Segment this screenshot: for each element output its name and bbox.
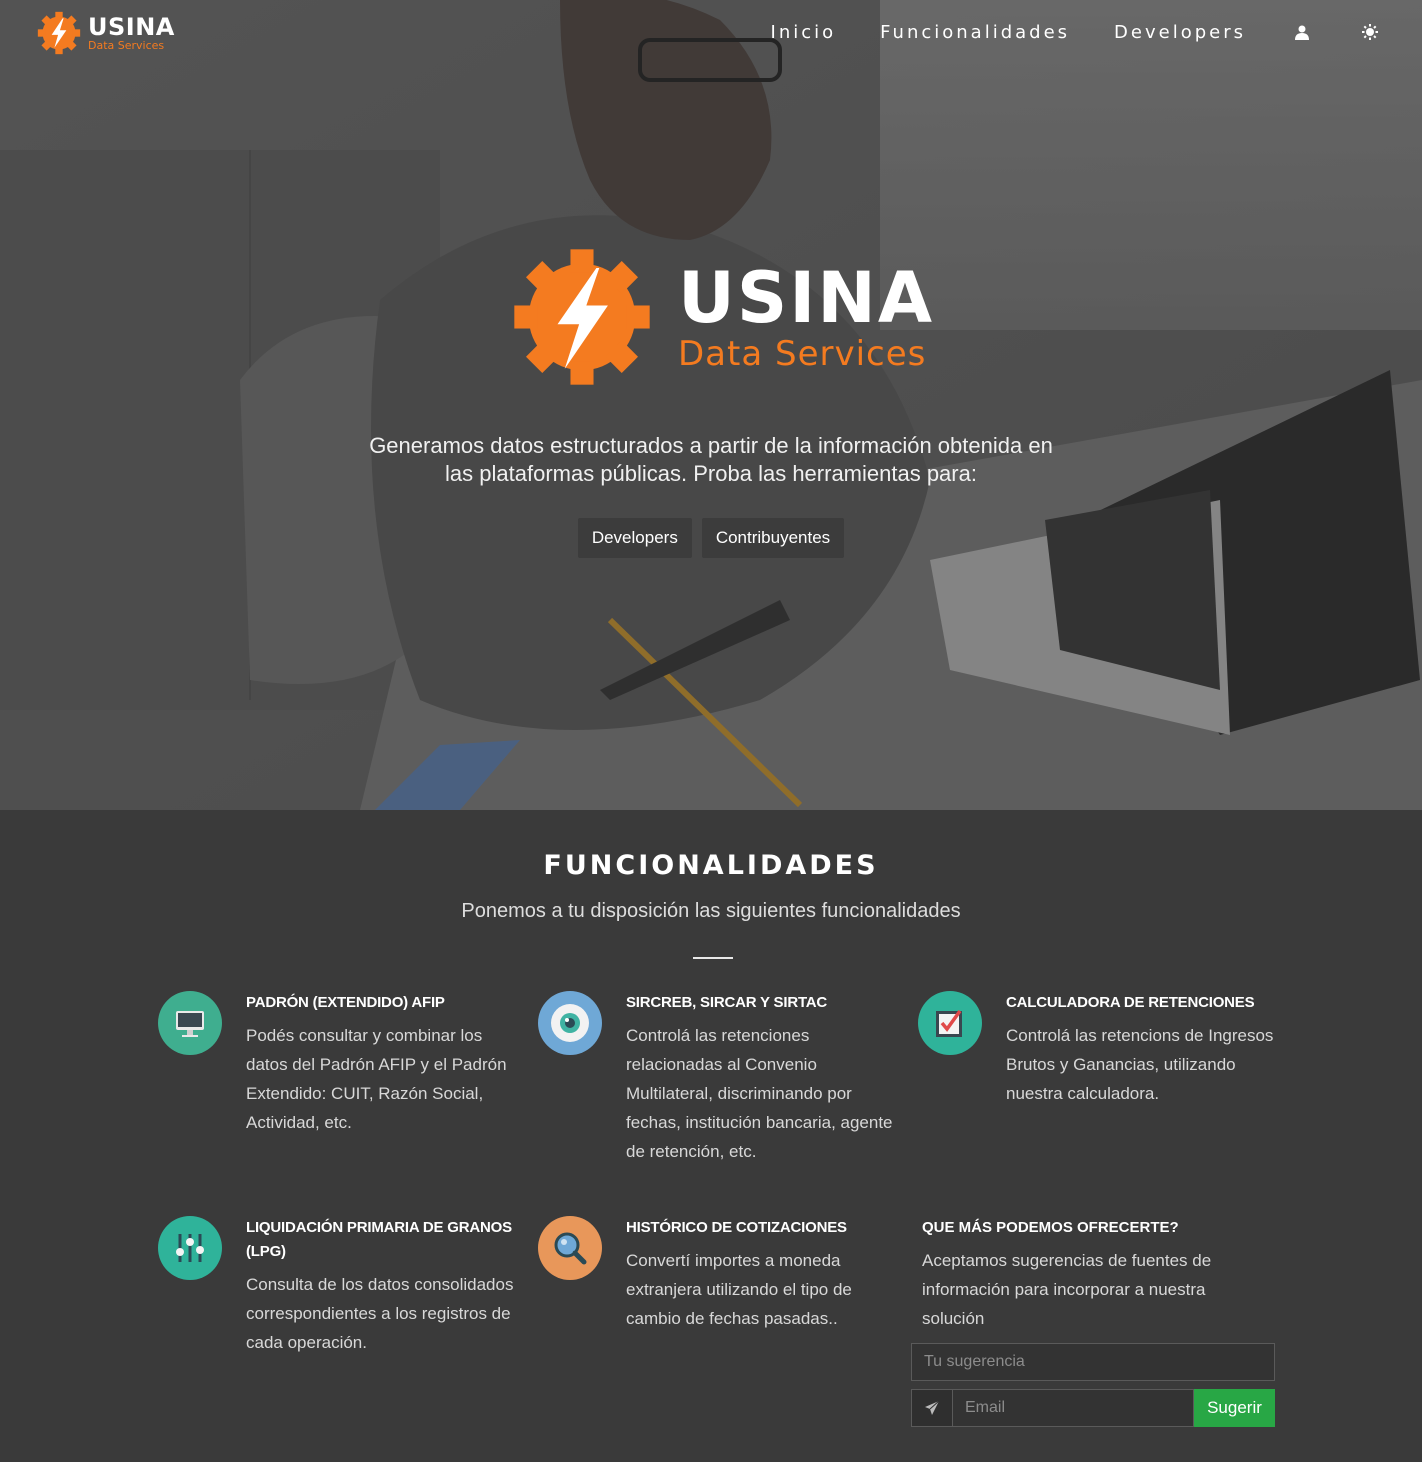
feature-text: Podés consultar y combinar los datos del…	[246, 1026, 507, 1132]
hero-section: USINA Data Services Inicio Funcionalidad…	[0, 0, 1422, 810]
sliders-icon	[158, 1216, 222, 1280]
nav-links: Inicio Funcionalidades Developers	[727, 20, 1382, 44]
offer-text: Aceptamos sugerencias de fuentes de info…	[922, 1251, 1212, 1328]
suggestion-input[interactable]	[911, 1343, 1275, 1381]
top-navbar: USINA Data Services Inicio Funcionalidad…	[0, 0, 1422, 66]
section-divider	[693, 957, 733, 959]
gear-bolt-logo-icon	[37, 11, 81, 55]
monitor-icon	[158, 991, 222, 1055]
features-title: FUNCIONALIDADES	[543, 850, 879, 881]
hero-logo-subtitle: Data Services	[678, 334, 927, 374]
feature-heading: PADRÓN (EXTENDIDO) AFIP	[246, 994, 445, 1011]
hero-buttons: Developers Contribuyentes	[0, 518, 1422, 558]
developers-button[interactable]: Developers	[577, 518, 692, 558]
contribuyentes-button[interactable]: Contribuyentes	[701, 518, 845, 558]
feature-text: Controlá las retenciones relacionadas al…	[626, 1026, 893, 1161]
checkbox-icon	[918, 991, 982, 1055]
features-section: FUNCIONALIDADES Ponemos a tu disposición…	[0, 810, 1422, 1462]
suggestion-form: QUE MÁS PODEMOS OFRECERTE? Aceptamos sug…	[911, 1216, 1275, 1427]
brand-logo[interactable]: USINA Data Services	[36, 10, 175, 56]
hero-tagline-line2: las plataformas públicas. Proba las herr…	[445, 461, 977, 486]
hero-overlay	[0, 0, 1422, 810]
sun-icon[interactable]	[1358, 20, 1382, 44]
hero-tagline-line1: Generamos datos estructurados a partir d…	[369, 433, 1053, 458]
feature-text: Convertí importes a moneda extranjera ut…	[626, 1251, 852, 1328]
feature-text: Consulta de los datos consolidados corre…	[246, 1275, 514, 1352]
features-subtitle: Ponemos a tu disposición las siguientes …	[461, 900, 961, 922]
feature-text: Controlá las retencions de Ingresos Brut…	[1006, 1026, 1274, 1103]
magnifier-icon	[538, 1216, 602, 1280]
email-row: Sugerir	[911, 1389, 1275, 1427]
eye-icon	[538, 991, 602, 1055]
brand-title: USINA	[88, 13, 175, 41]
offer-heading: QUE MÁS PODEMOS OFRECERTE?	[922, 1219, 1179, 1236]
gear-bolt-logo-icon	[514, 249, 650, 385]
sugerir-button[interactable]: Sugerir	[1194, 1389, 1275, 1427]
brand-subtitle: Data Services	[88, 39, 165, 52]
feature-heading: SIRCREB, SIRCAR Y SIRTAC	[626, 994, 828, 1011]
feature-heading: HISTÓRICO DE COTIZACIONES	[626, 1219, 847, 1236]
hero-tagline: Generamos datos estructurados a partir d…	[311, 432, 1111, 488]
user-icon[interactable]	[1290, 20, 1314, 44]
nav-link-funcionalidades[interactable]: Funcionalidades	[880, 22, 1070, 43]
feature-heading: CALCULADORA DE RETENCIONES	[1006, 994, 1255, 1011]
feature-heading: LIQUIDACIÓN PRIMARIA DE GRANOS (LPG)	[246, 1219, 512, 1260]
hero-logo-title: USINA	[678, 257, 935, 339]
email-input[interactable]	[953, 1389, 1194, 1427]
hero-logo: USINA Data Services	[510, 245, 934, 389]
nav-link-inicio[interactable]: Inicio	[771, 22, 837, 43]
nav-link-developers[interactable]: Developers	[1114, 22, 1246, 43]
paper-plane-icon	[911, 1389, 953, 1427]
